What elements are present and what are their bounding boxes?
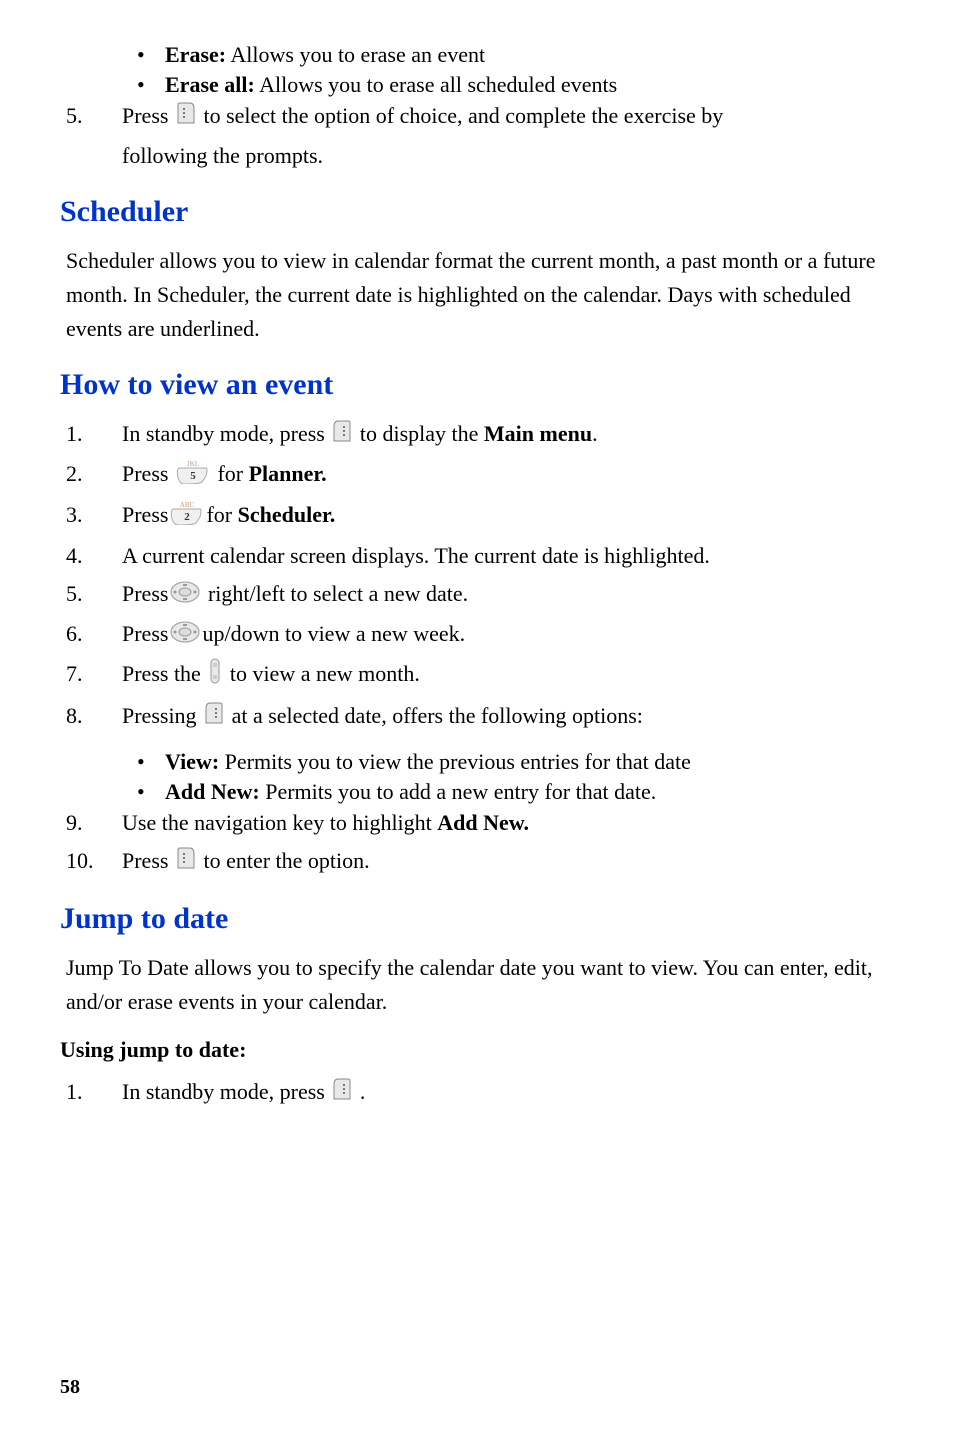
scheduler-heading: Scheduler (60, 189, 894, 236)
jump-heading: Jump to date (60, 896, 894, 943)
bullet-label: Erase: (165, 42, 226, 67)
svg-text:2: 2 (185, 511, 191, 523)
bullet-view: •View: Permits you to view the previous … (165, 747, 894, 777)
nav-key-icon (170, 579, 200, 613)
jump-subheading: Using jump to date: (60, 1033, 894, 1067)
step-2: 2. Press JKL5 for Planner. (66, 457, 894, 494)
softkey-icon (332, 1077, 352, 1111)
step-4: 4. A current calendar screen displays. T… (66, 539, 894, 573)
bullet-label: Erase all: (165, 72, 255, 97)
step-10: 10. Press to enter the option. (66, 844, 894, 880)
softkey-icon (176, 846, 196, 880)
softkey-icon (176, 101, 196, 135)
step-9: 9. Use the navigation key to highlight A… (66, 806, 894, 840)
page-number: 58 (60, 1372, 80, 1403)
bullet-erase-all: •Erase all: Allows you to erase all sche… (165, 70, 894, 100)
bullet-text: Allows you to erase all scheduled events (255, 72, 617, 97)
scheduler-body: Scheduler allows you to view in calendar… (66, 244, 894, 346)
key-2-icon: ABC 2 (170, 499, 204, 535)
how-view-heading: How to view an event (60, 362, 894, 409)
key-5-icon: JKL 5 (176, 458, 210, 494)
svg-text:ABC: ABC (180, 501, 195, 509)
step-number: 5. (66, 99, 122, 135)
jump-step-1: 1. In standby mode, press . (66, 1075, 894, 1111)
step-5-top: 5. Press to select the option of choice,… (66, 99, 894, 135)
bullet-erase: •Erase: Allows you to erase an event (165, 40, 894, 70)
step-text-before: Press (122, 103, 174, 128)
step-3: 3. PressABC2for Scheduler. (66, 498, 894, 535)
jump-body: Jump To Date allows you to specify the c… (66, 951, 894, 1019)
step-1: 1. In standby mode, press to display the… (66, 417, 894, 453)
step-5-continue: following the prompts. (122, 139, 894, 173)
step-text-after: to select the option of choice, and comp… (203, 103, 723, 128)
side-key-icon (208, 657, 222, 695)
bullet-text: Allows you to erase an event (226, 42, 485, 67)
step-7: 7. Press the to view a new month. (66, 657, 894, 695)
softkey-icon (332, 419, 352, 453)
step-8: 8. Pressing at a selected date, offers t… (66, 699, 894, 735)
bullet-add-new: •Add New: Permits you to add a new entry… (165, 777, 894, 807)
softkey-icon (204, 701, 224, 735)
nav-key-icon (170, 619, 200, 653)
svg-text:5: 5 (190, 470, 196, 482)
step-6: 6. Pressup/down to view a new week. (66, 617, 894, 653)
step-5: 5. Press right/left to select a new date… (66, 577, 894, 613)
svg-text:JKL: JKL (187, 460, 199, 468)
